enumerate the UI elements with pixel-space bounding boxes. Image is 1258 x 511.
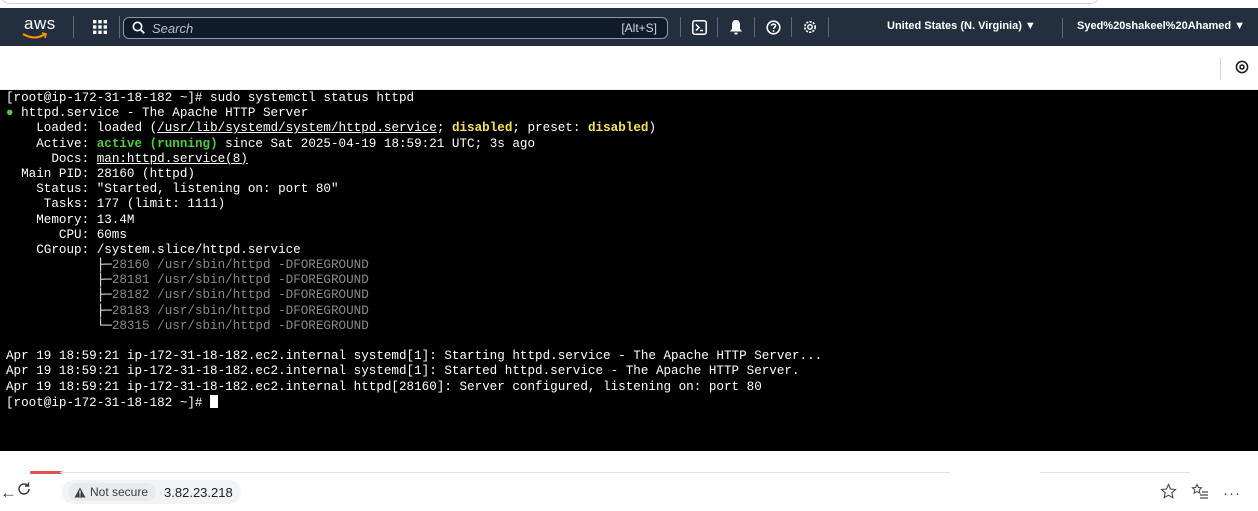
terminal-line: Status: "Started, listening on: port 80" [6,182,339,197]
cgroup-child: ├─28183 /usr/sbin/httpd -DFOREGROUND [6,303,369,318]
shell-prompt: [root@ip-172-31-18-182 ~]# [6,395,211,410]
favorites-list-icon[interactable] [1191,482,1209,505]
log-line: Apr 19 18:59:21 ip-172-31-18-182.ec2.int… [6,364,800,379]
browser-chrome: ← Not secure 3.82.23.218 ··· [0,451,1258,511]
help-icon[interactable] [755,8,791,46]
terminal-cursor [210,394,219,408]
aws-top-nav: aws Search [Alt+S] United States (N. Vir… [0,8,1258,46]
console-toolbar [0,46,1258,90]
tabstrip-divider [1040,472,1190,473]
warning-icon [74,487,86,497]
more-icon[interactable]: ··· [1223,485,1241,502]
region-selector[interactable]: United States (N. Virginia) ▼ [887,20,1036,32]
cloudshell-icon[interactable] [681,8,717,46]
bell-icon[interactable] [718,8,754,46]
terminal-line: Active: active (running) since Sat 2025-… [6,136,536,151]
terminal-line: Memory: 13.4M [6,212,135,227]
toolbar-divider [1220,58,1221,80]
nav-divider [1062,18,1063,38]
aws-logo-text: aws [24,14,56,33]
terminal-line: Loaded: loaded (/usr/lib/systemd/system/… [6,121,657,136]
security-indicator[interactable]: Not secure [68,483,157,501]
account-menu[interactable]: Syed%20shakeel%20Ahamed ▼ [1077,20,1245,32]
cgroup-child: ├─28181 /usr/sbin/httpd -DFOREGROUND [6,273,369,288]
tabstrip-divider [60,472,950,473]
cgroup-child: └─28315 /usr/sbin/httpd -DFOREGROUND [6,318,369,333]
back-icon[interactable]: ← [0,483,17,503]
search-icon [132,21,145,39]
settings-gear-icon[interactable] [1235,60,1249,79]
terminal-line: Docs: man:httpd.service(8) [6,151,248,166]
terminal-line: ● httpd.service - The Apache HTTP Server [6,106,309,121]
log-line: Apr 19 18:59:21 ip-172-31-18-182.ec2.int… [6,379,762,394]
active-status: active (running) [96,136,218,151]
url-text: 3.82.23.218 [164,484,233,500]
log-line: Apr 19 18:59:21 ip-172-31-18-182.ec2.int… [6,349,823,364]
service-status-bullet: ● [6,106,14,121]
terminal-window[interactable]: [root@ip-172-31-18-182 ~]# sudo systemct… [0,90,1258,451]
services-grid-icon[interactable] [80,8,120,46]
terminal-line: [root@ip-172-31-18-182 ~]# [6,394,1258,410]
favorite-star-icon[interactable] [1160,482,1177,505]
security-label: Not secure [90,485,149,499]
cgroup-child: ├─28182 /usr/sbin/httpd -DFOREGROUND [6,288,369,303]
nav-icon-group [680,8,829,46]
address-bar[interactable]: Not secure 3.82.23.218 [62,480,241,504]
search-placeholder: Search [152,21,194,36]
terminal-line: [root@ip-172-31-18-182 ~]# sudo systemct… [6,91,415,105]
reload-icon[interactable] [16,481,32,502]
nav-divider [119,16,120,38]
terminal-line: CPU: 60ms [6,227,127,242]
browser-toolbar-icons: ··· [1160,481,1258,506]
cgroup-child: ├─28160 /usr/sbin/httpd -DFOREGROUND [6,258,369,273]
search-shortcut-hint: [Alt+S] [621,21,657,35]
terminal-line: Main PID: 28160 (httpd) [6,166,195,181]
search-input[interactable]: Search [Alt+S] [123,17,668,39]
aws-logo[interactable]: aws [0,8,60,46]
nav-divider [828,17,829,37]
nav-divider [73,16,74,38]
terminal-line: Tasks: 177 (limit: 1111) [6,197,226,212]
window-top-strip [0,0,1258,8]
terminal-line: CGroup: /system.slice/httpd.service [6,242,301,257]
aws-smile-icon [22,32,47,39]
active-tab-indicator [30,471,62,474]
settings-icon[interactable] [792,8,828,46]
